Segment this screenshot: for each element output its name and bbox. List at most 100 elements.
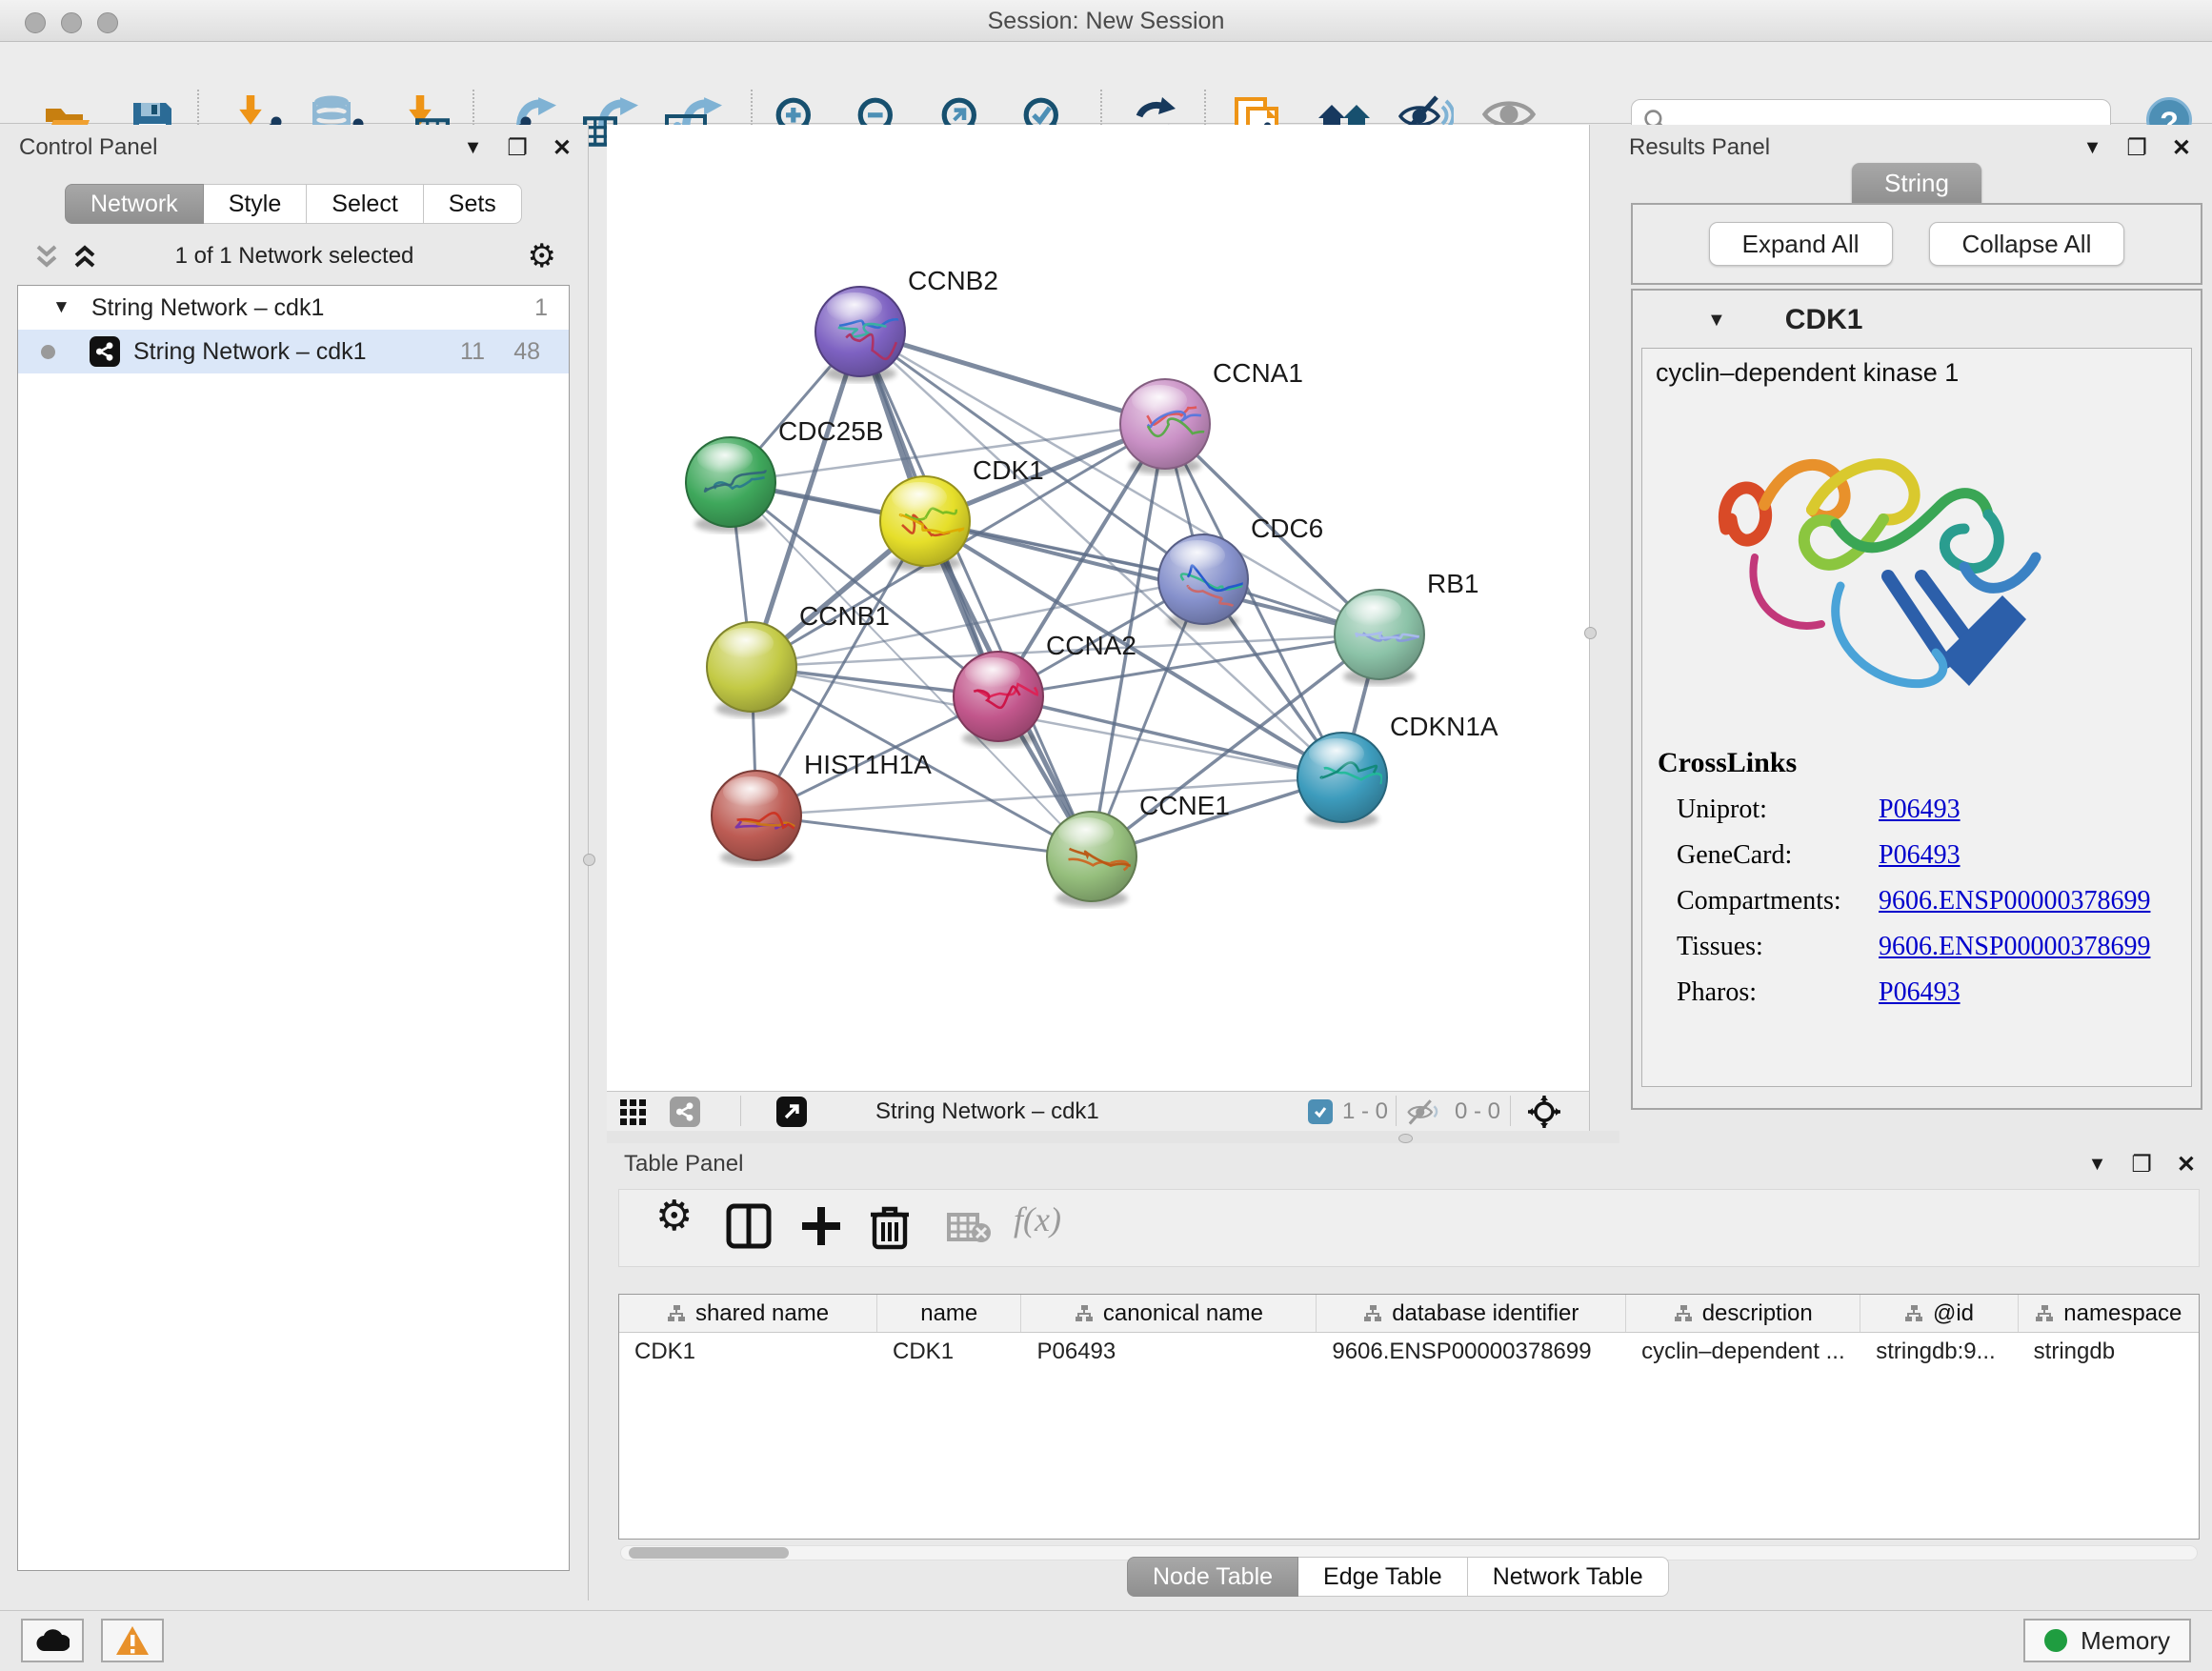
table-header-row: shared name name canonical name database… — [619, 1295, 2199, 1333]
collapse-panel-icon[interactable]: ▼ — [2088, 1154, 2107, 1176]
column-header-shared-name[interactable]: shared name — [619, 1295, 877, 1332]
network-node-ccna1[interactable]: CCNA1 — [1120, 358, 1303, 474]
cell-canonical-name[interactable]: P06493 — [1021, 1333, 1317, 1371]
collapse-all-button[interactable]: Collapse All — [1929, 222, 2125, 266]
close-panel-icon[interactable]: ✕ — [2172, 134, 2191, 162]
function-builder-icon-disabled: f(x) — [1014, 1199, 1061, 1239]
table-toolbar: ⚙ f(x) — [618, 1189, 2200, 1267]
gene-description: cyclin–dependent kinase 1 — [1642, 349, 2191, 388]
table-row[interactable]: CDK1 CDK1 P06493 9606.ENSP00000378699 cy… — [619, 1333, 2199, 1371]
node-label-ccnb1: CCNB1 — [799, 601, 890, 631]
close-panel-icon[interactable]: ✕ — [553, 134, 572, 162]
memory-button[interactable]: Memory — [2023, 1619, 2191, 1662]
hidden-eye-slash-icon[interactable] — [1407, 1099, 1441, 1126]
tab-network-table[interactable]: Network Table — [1468, 1557, 1669, 1597]
crosslink-genecard-link[interactable]: P06493 — [1879, 840, 1961, 871]
tab-style[interactable]: Style — [204, 184, 308, 224]
float-panel-icon[interactable]: ❐ — [507, 134, 528, 162]
collapse-all-networks-icon[interactable] — [70, 244, 99, 269]
birdseye-grid-icon[interactable] — [620, 1099, 647, 1126]
tab-sets[interactable]: Sets — [424, 184, 522, 224]
close-panel-icon[interactable]: ✕ — [2177, 1151, 2196, 1178]
cloud-status-button[interactable] — [21, 1619, 84, 1662]
node-label-ccna2: CCNA2 — [1046, 631, 1136, 660]
left-splitter-handle[interactable] — [583, 854, 595, 866]
column-header-namespace[interactable]: namespace — [2019, 1295, 2199, 1332]
tab-string[interactable]: String — [1852, 163, 1981, 203]
table-panel: Table Panel ▼ ❐ ✕ ⚙ f(x) shared name nam… — [607, 1143, 2212, 1601]
cell-shared-name[interactable]: CDK1 — [619, 1333, 877, 1371]
cell-database-identifier[interactable]: 9606.ENSP00000378699 — [1317, 1333, 1626, 1371]
results-panel-title: Results Panel — [1629, 134, 1770, 161]
network-node-ccne1[interactable]: CCNE1 — [1047, 791, 1230, 907]
network-node-count: 11 — [460, 338, 485, 366]
tab-edge-table[interactable]: Edge Table — [1298, 1557, 1468, 1597]
network-node-cdk1[interactable]: CDK1 — [880, 455, 1044, 572]
crosslink-label: Compartments: — [1677, 886, 1879, 916]
cell-namespace[interactable]: stringdb — [2019, 1333, 2199, 1371]
network-node-cdc6[interactable]: CDC6 — [1158, 513, 1323, 630]
cell-name[interactable]: CDK1 — [877, 1333, 1021, 1371]
warnings-button[interactable] — [101, 1619, 164, 1662]
cell-id[interactable]: stringdb:9... — [1860, 1333, 2018, 1371]
tab-select[interactable]: Select — [307, 184, 423, 224]
column-header-database-identifier[interactable]: database identifier — [1317, 1295, 1626, 1332]
gene-collapse-icon[interactable]: ▼ — [1707, 310, 1726, 332]
network-node-rb1[interactable]: RB1 — [1335, 569, 1478, 685]
node-label-cdkn1a: CDKN1A — [1390, 712, 1498, 741]
expand-all-networks-icon[interactable] — [32, 244, 61, 269]
expand-all-button[interactable]: Expand All — [1709, 222, 1893, 266]
selected-checkbox-icon[interactable] — [1308, 1099, 1333, 1124]
network-node-ccnb1[interactable]: CCNB1 — [707, 601, 890, 717]
main-toolbar: ? — [0, 42, 2212, 124]
collection-expand-icon[interactable]: ▼ — [52, 297, 70, 318]
node-label-hist1h1a: HIST1H1A — [804, 750, 932, 779]
minimize-window-button[interactable] — [61, 12, 82, 33]
column-header-description[interactable]: description — [1626, 1295, 1860, 1332]
crosslink-uniprot-link[interactable]: P06493 — [1879, 795, 1961, 825]
collapse-panel-icon[interactable]: ▼ — [464, 137, 483, 159]
collection-name: String Network – cdk1 — [91, 294, 325, 322]
crosslink-tissues-link[interactable]: 9606.ENSP00000378699 — [1879, 932, 2150, 962]
network-canvas[interactable]: CCNB2CCNA1CDC25BCDK1CDC6RB1CCNB1CCNA2CDK… — [607, 125, 1590, 1091]
network-node-cdkn1a[interactable]: CDKN1A — [1297, 712, 1498, 828]
crosslink-label: GeneCard: — [1677, 840, 1879, 871]
gene-symbol: CDK1 — [1785, 304, 1863, 336]
node-label-ccna1: CCNA1 — [1213, 358, 1303, 388]
collapse-panel-icon[interactable]: ▼ — [2083, 137, 2102, 159]
pan-crosshair-icon[interactable] — [1527, 1095, 1561, 1129]
node-table[interactable]: shared name name canonical name database… — [618, 1294, 2200, 1540]
warning-icon — [115, 1625, 150, 1656]
scrollbar-thumb[interactable] — [629, 1547, 789, 1559]
delete-icon[interactable] — [869, 1203, 911, 1251]
tab-network[interactable]: Network — [65, 184, 204, 224]
network-icon — [90, 336, 120, 367]
zoom-window-button[interactable] — [97, 12, 118, 33]
tab-node-table[interactable]: Node Table — [1127, 1557, 1298, 1597]
network-collection-row[interactable]: ▼ String Network – cdk1 1 — [18, 286, 569, 330]
column-header-id[interactable]: @id — [1860, 1295, 2018, 1332]
crosslink-label: Tissues: — [1677, 932, 1879, 962]
add-icon[interactable] — [798, 1203, 844, 1249]
column-header-name[interactable]: name — [877, 1295, 1021, 1332]
crosslink-pharos-link[interactable]: P06493 — [1879, 977, 1961, 1008]
show-columns-icon[interactable] — [726, 1203, 772, 1249]
network-graph[interactable]: CCNB2CCNA1CDC25BCDK1CDC6RB1CCNB1CCNA2CDK… — [607, 125, 1590, 1091]
network-options-gear-icon[interactable]: ⚙ — [528, 237, 556, 275]
network-node-hist1h1a[interactable]: HIST1H1A — [712, 750, 932, 866]
cloud-icon — [35, 1628, 70, 1653]
float-panel-icon[interactable]: ❐ — [2131, 1151, 2152, 1178]
column-header-canonical-name[interactable]: canonical name — [1021, 1295, 1317, 1332]
crosslink-compartments-link[interactable]: 9606.ENSP00000378699 — [1879, 886, 2150, 916]
right-splitter-handle[interactable] — [1584, 627, 1597, 639]
open-in-window-icon[interactable] — [776, 1097, 807, 1127]
float-panel-icon[interactable]: ❐ — [2126, 134, 2147, 162]
network-row[interactable]: String Network – cdk1 11 48 — [18, 330, 569, 373]
close-window-button[interactable] — [25, 12, 46, 33]
crosslink-label: Uniprot: — [1677, 795, 1879, 825]
protein-structure-image — [1698, 414, 2079, 729]
splitter-handle[interactable] — [1398, 1134, 1413, 1143]
collection-count: 1 — [534, 294, 548, 322]
cell-description[interactable]: cyclin–dependent ... — [1626, 1333, 1860, 1371]
table-options-gear-icon[interactable]: ⚙ — [655, 1192, 693, 1240]
